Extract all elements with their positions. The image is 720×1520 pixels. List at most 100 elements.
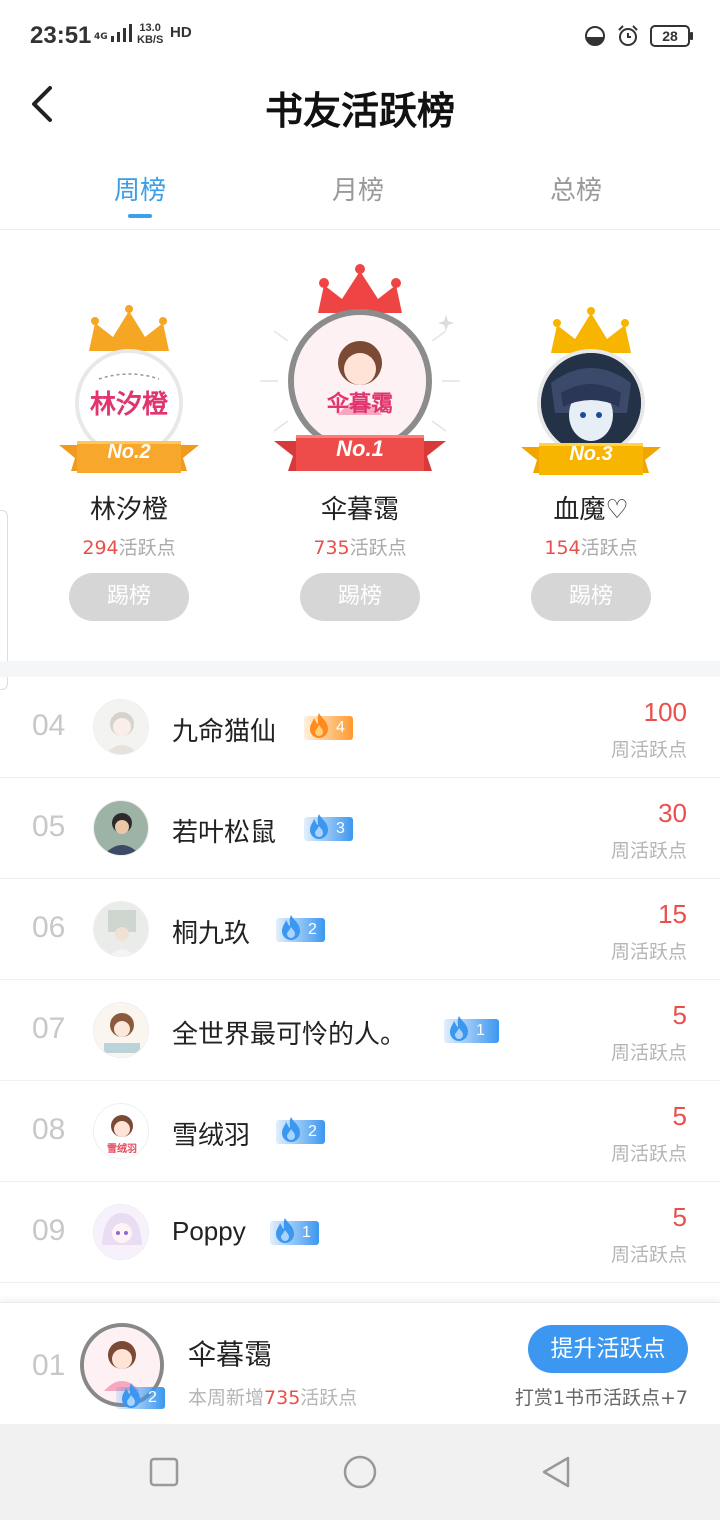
avatar[interactable]: 雪绒羽	[93, 1103, 149, 1159]
flame-icon	[282, 1117, 300, 1142]
level-badge: 1	[270, 1218, 319, 1245]
level-badge: 2	[276, 915, 325, 942]
user-name: 桐九玖	[172, 919, 251, 949]
user-name: 若叶松鼠	[172, 818, 277, 848]
tab-weekly[interactable]: 周榜	[80, 170, 200, 207]
svg-text:伞暮霭: 伞暮霭	[326, 391, 393, 417]
podium-name: 血魔♡	[553, 495, 629, 525]
flame-icon	[310, 814, 328, 839]
system-nav-bar	[0, 1424, 720, 1520]
reward-hint: 打赏1书币活跃点+7	[514, 1387, 688, 1409]
rank-number: 04	[32, 709, 66, 742]
ranking-tabs: 周榜 月榜 总榜	[0, 160, 720, 230]
score-label: 周活跃点	[610, 840, 687, 862]
score-value: 5	[672, 1000, 687, 1030]
my-weekly-points: 本周新增735活跃点	[188, 1387, 358, 1409]
ranking-list: 04 九命猫仙 4 100 周活跃点 05 若叶松鼠 3 30 周活跃点 06 …	[0, 677, 720, 1283]
podium-points: 154活跃点	[544, 537, 638, 559]
svg-text:雪绒羽: 雪绒羽	[107, 1142, 137, 1155]
list-item[interactable]: 06 桐九玖 2 15 周活跃点	[0, 879, 720, 980]
list-item[interactable]: 08 雪绒羽 雪绒羽 2 5 周活跃点	[0, 1081, 720, 1182]
podium-name: 林汐橙	[89, 495, 168, 525]
avatar-image: 伞暮霭	[294, 315, 426, 447]
status-bar: 23:51 4G 13.0 KB/S HD 28	[0, 0, 720, 72]
avatar-image	[541, 353, 641, 453]
list-item[interactable]: 05 若叶松鼠 3 30 周活跃点	[0, 778, 720, 879]
flame-icon	[282, 915, 300, 940]
score-value: 30	[658, 798, 687, 828]
score-label: 周活跃点	[610, 739, 687, 761]
flame-icon	[276, 1218, 294, 1243]
rank-number: 07	[32, 1012, 66, 1045]
page-title: 书友活跃榜	[264, 88, 455, 133]
boost-activity-button[interactable]: 提升活跃点	[528, 1325, 688, 1373]
rank-number: 08	[32, 1113, 66, 1146]
avatar[interactable]	[93, 1204, 149, 1260]
recent-apps-icon[interactable]	[146, 1454, 182, 1490]
level-badge: 1	[444, 1016, 499, 1043]
flame-icon	[122, 1383, 140, 1408]
podium-points: 735活跃点	[313, 537, 407, 559]
kick-button[interactable]: 踢榜	[531, 573, 651, 621]
score-value: 5	[672, 1202, 687, 1232]
my-rank-bar: 01 2 伞暮霭 本周新增735活跃点 提升活跃点 打赏1书币活跃点+7	[0, 1302, 720, 1424]
score-label: 周活跃点	[610, 1042, 687, 1064]
level-badge: 4	[304, 713, 353, 740]
rank-label: No.2	[107, 441, 151, 463]
crown-icon	[89, 305, 169, 351]
back-nav-icon[interactable]	[538, 1454, 574, 1490]
kick-button[interactable]: 踢榜	[300, 573, 420, 621]
user-name: 全世界最可怜的人。	[172, 1020, 407, 1050]
flame-icon	[310, 713, 328, 738]
podium-third: No.3 血魔♡ 154活跃点 踢榜	[521, 231, 661, 631]
level-badge: 2	[276, 1117, 325, 1144]
user-name: 雪绒羽	[172, 1121, 251, 1151]
tab-indicator	[128, 214, 152, 218]
score-label: 周活跃点	[610, 1143, 687, 1165]
network-type: 4G	[94, 32, 108, 42]
score-value: 100	[643, 697, 687, 727]
status-icons: 28	[584, 24, 693, 48]
user-name: Poppy	[172, 1216, 246, 1246]
tab-total[interactable]: 总榜	[516, 170, 636, 207]
score-label: 周活跃点	[610, 1244, 687, 1266]
podium-points: 294活跃点	[82, 537, 176, 559]
avatar[interactable]	[93, 901, 149, 957]
podium: 林汐橙 No.2 林汐橙 294活跃点 踢榜 伞暮霭 No.1 伞暮霭 735活…	[0, 231, 720, 661]
my-rank-number: 01	[32, 1349, 66, 1382]
rank-number: 06	[32, 911, 66, 944]
kick-button[interactable]: 踢榜	[69, 573, 189, 621]
score-value: 15	[658, 899, 687, 929]
avatar[interactable]	[93, 699, 149, 755]
avatar[interactable]	[93, 800, 149, 856]
my-name: 伞暮霭	[188, 1338, 273, 1371]
score-label: 周活跃点	[610, 941, 687, 963]
home-icon[interactable]	[342, 1454, 378, 1490]
flame-icon	[450, 1016, 468, 1041]
score-value: 5	[672, 1101, 687, 1131]
tab-monthly[interactable]: 月榜	[298, 170, 418, 207]
crown-icon	[318, 264, 402, 313]
avatar[interactable]	[93, 1002, 149, 1058]
network-speed: 13.0 KB/S	[137, 22, 164, 46]
section-divider	[0, 661, 720, 677]
hd-indicator: HD	[170, 24, 192, 41]
podium-name: 伞暮霭	[320, 495, 399, 525]
my-level-badge: 2	[116, 1383, 165, 1409]
rank-number: 05	[32, 810, 66, 843]
svg-text:林汐橙: 林汐橙	[90, 389, 169, 420]
rank-label: No.3	[569, 443, 613, 465]
list-item[interactable]: 09 Poppy 1 5 周活跃点	[0, 1182, 720, 1283]
user-name: 九命猫仙	[172, 717, 277, 747]
alarm-icon	[618, 25, 638, 46]
header: 书友活跃榜	[0, 72, 720, 136]
podium-second: 林汐橙 No.2 林汐橙 294活跃点 踢榜	[59, 231, 199, 631]
status-time: 23:51	[30, 22, 92, 49]
podium-first: 伞暮霭 No.1 伞暮霭 735活跃点 踢榜	[260, 231, 460, 631]
rank-number: 09	[32, 1214, 66, 1247]
list-item[interactable]: 07 全世界最可怜的人。 1 5 周活跃点	[0, 980, 720, 1081]
theme-icon	[585, 26, 605, 46]
battery-icon: 28	[650, 25, 693, 47]
list-item[interactable]: 04 九命猫仙 4 100 周活跃点	[0, 677, 720, 778]
rank-label: No.1	[336, 436, 384, 461]
